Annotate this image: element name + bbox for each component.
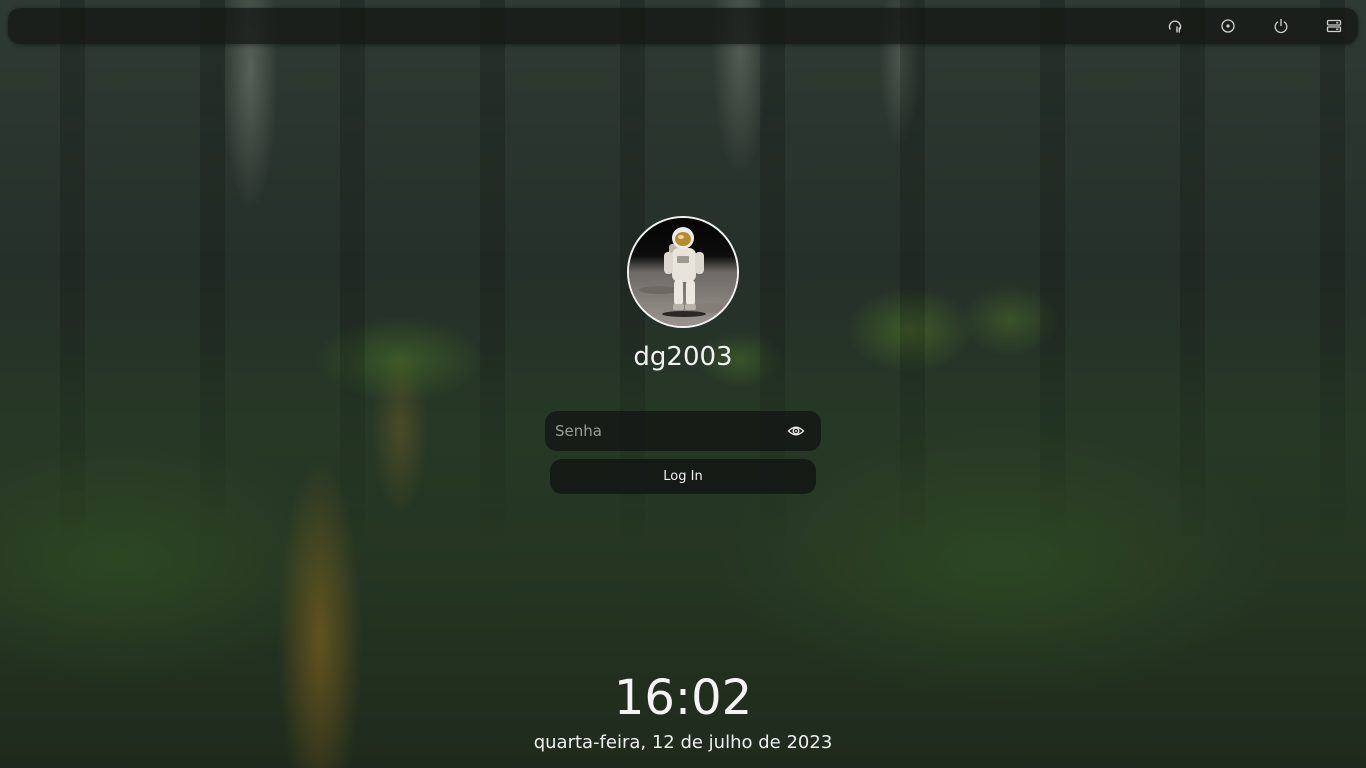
- login-button[interactable]: Log In: [550, 459, 816, 494]
- top-bar: [8, 8, 1358, 44]
- clock-time: 16:02: [613, 670, 753, 726]
- astronaut-avatar-icon: [629, 218, 737, 326]
- username: dg2003: [633, 342, 733, 372]
- accessibility-icon[interactable]: [1164, 16, 1185, 37]
- power-icon[interactable]: [1270, 16, 1291, 37]
- wallpaper-trees: [0, 0, 1366, 768]
- password-field[interactable]: [545, 411, 821, 451]
- show-password-icon[interactable]: [787, 423, 805, 439]
- password-input[interactable]: [545, 411, 785, 451]
- screen-keyboard-icon[interactable]: [1217, 16, 1238, 37]
- user-avatar[interactable]: [627, 216, 739, 328]
- system-tray: [1164, 8, 1344, 44]
- clock-date: quarta-feira, 12 de julho de 2023: [533, 732, 833, 753]
- session-menu-icon[interactable]: [1323, 16, 1344, 37]
